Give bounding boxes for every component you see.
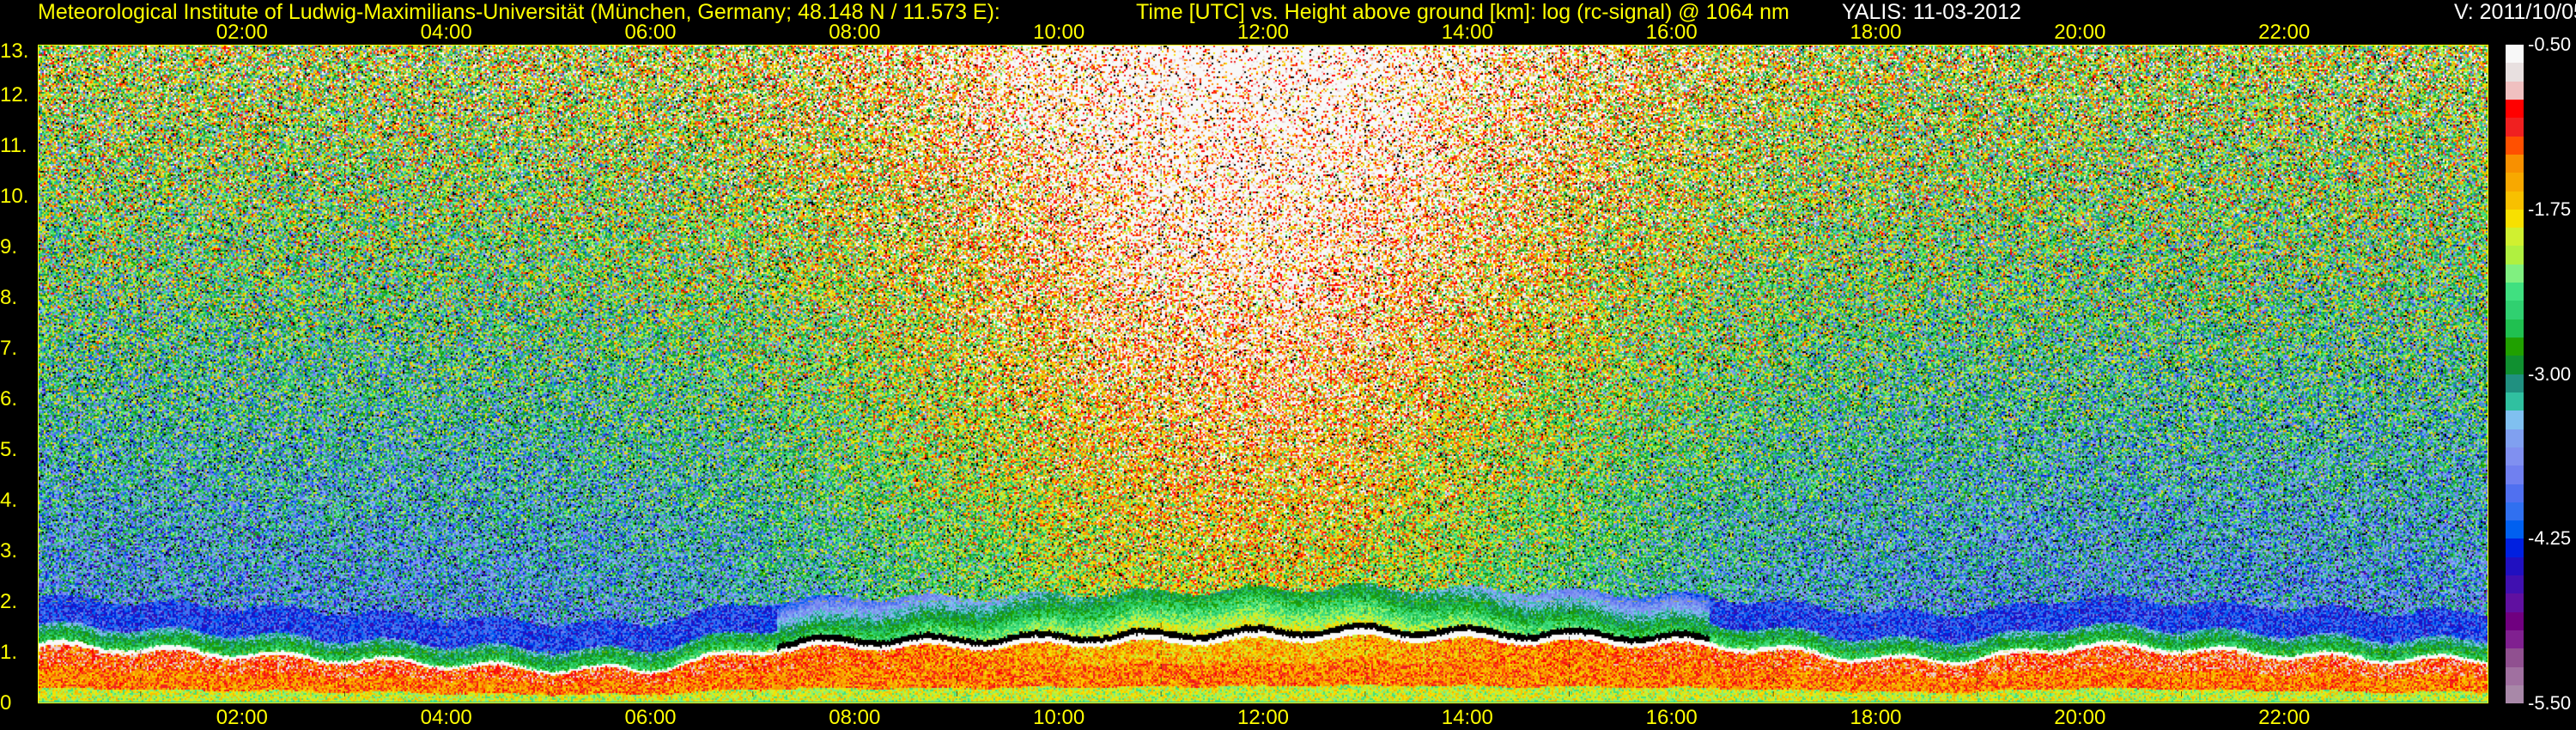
x-tick-label-top: 10:00 bbox=[1033, 21, 1085, 44]
colorbar-swatch bbox=[2506, 465, 2524, 484]
colorbar-swatch bbox=[2506, 502, 2524, 521]
colorbar-swatch bbox=[2506, 301, 2524, 319]
colorbar-swatch bbox=[2506, 136, 2524, 155]
colorbar-swatch bbox=[2506, 63, 2524, 82]
y-tick-label: 6. bbox=[0, 387, 18, 411]
colorbar-swatch bbox=[2506, 411, 2524, 429]
x-tick-label-bottom: 04:00 bbox=[420, 706, 472, 729]
version-label: V: 2011/10/05 bbox=[2454, 0, 2576, 24]
colorbar-tick-label: -4.25 bbox=[2528, 527, 2572, 550]
colorbar-swatch bbox=[2506, 484, 2524, 502]
y-tick-label: 7. bbox=[0, 337, 18, 360]
colorbar-swatch bbox=[2506, 154, 2524, 173]
x-tick-label-bottom: 18:00 bbox=[1850, 706, 1902, 729]
x-tick-label-top: 02:00 bbox=[216, 21, 268, 44]
x-tick-label-top: 04:00 bbox=[420, 21, 472, 44]
x-tick-label-bottom: 06:00 bbox=[624, 706, 677, 729]
colorbar-swatch bbox=[2506, 173, 2524, 192]
colorbar-swatch bbox=[2506, 392, 2524, 411]
x-tick-label-top: 12:00 bbox=[1236, 21, 1290, 44]
x-tick-label-top: 16:00 bbox=[1645, 21, 1698, 44]
y-tick-label: 4. bbox=[0, 489, 18, 512]
colorbar-swatch bbox=[2506, 118, 2524, 137]
y-tick-label: 12. bbox=[0, 83, 29, 106]
colorbar-swatch bbox=[2506, 374, 2524, 392]
x-tick-label-bottom: 08:00 bbox=[829, 706, 881, 729]
x-tick-label-top: 06:00 bbox=[624, 21, 677, 44]
colorbar-swatch bbox=[2506, 666, 2524, 685]
colorbar-swatch bbox=[2506, 228, 2524, 246]
y-tick-label: 0 bbox=[0, 691, 12, 715]
colorbar-swatch bbox=[2506, 264, 2524, 283]
y-tick-label: 8. bbox=[0, 286, 18, 309]
y-tick-label: 2. bbox=[0, 590, 18, 613]
colorbar-swatch bbox=[2506, 630, 2524, 649]
colorbar-swatch bbox=[2506, 45, 2524, 64]
y-tick-label: 13. bbox=[0, 40, 29, 63]
x-tick-label-bottom: 12:00 bbox=[1236, 706, 1290, 729]
x-tick-label-top: 08:00 bbox=[829, 21, 881, 44]
colorbar-swatch bbox=[2506, 538, 2524, 557]
x-tick-label-bottom: 14:00 bbox=[1441, 706, 1493, 729]
y-tick-label: 3. bbox=[0, 539, 18, 563]
colorbar-swatch bbox=[2506, 356, 2524, 374]
x-tick-label-top: 22:00 bbox=[2258, 21, 2311, 44]
colorbar-swatch bbox=[2506, 447, 2524, 466]
x-tick-label-bottom: 16:00 bbox=[1645, 706, 1698, 729]
colorbar-swatch bbox=[2506, 648, 2524, 667]
colorbar-swatch bbox=[2506, 319, 2524, 338]
colorbar-swatch bbox=[2506, 575, 2524, 594]
colorbar-swatch bbox=[2506, 99, 2524, 119]
x-tick-label-bottom: 02:00 bbox=[216, 706, 268, 729]
colorbar-swatch bbox=[2506, 684, 2524, 704]
colorbar-swatch bbox=[2506, 611, 2524, 630]
grid-lines bbox=[39, 46, 2488, 703]
colorbar-tick-label: -5.50 bbox=[2528, 692, 2572, 714]
y-tick-label: 1. bbox=[0, 641, 18, 664]
y-tick-label: 10. bbox=[0, 185, 29, 208]
x-tick-label-top: 18:00 bbox=[1850, 21, 1902, 44]
x-tick-label-top: 20:00 bbox=[2054, 21, 2106, 44]
colorbar-swatch bbox=[2506, 429, 2524, 447]
colorbar-swatch bbox=[2506, 520, 2524, 539]
x-tick-label-bottom: 22:00 bbox=[2258, 706, 2311, 729]
y-tick-label: 11. bbox=[0, 134, 27, 157]
x-tick-label-top: 14:00 bbox=[1441, 21, 1493, 44]
colorbar-swatch bbox=[2506, 209, 2524, 228]
colorbar-tick-label: -1.75 bbox=[2528, 198, 2572, 220]
y-tick-label: 5. bbox=[0, 438, 18, 461]
colorbar bbox=[2506, 45, 2524, 704]
colorbar-tick-label: -0.50 bbox=[2528, 33, 2572, 55]
x-tick-label-bottom: 20:00 bbox=[2054, 706, 2106, 729]
colorbar-swatch bbox=[2506, 593, 2524, 612]
colorbar-swatch bbox=[2506, 338, 2524, 356]
y-tick-label: 9. bbox=[0, 235, 18, 259]
x-tick-label-bottom: 10:00 bbox=[1033, 706, 1085, 729]
colorbar-tick-label: -3.00 bbox=[2528, 362, 2572, 385]
colorbar-swatch bbox=[2506, 557, 2524, 576]
colorbar-swatch bbox=[2506, 246, 2524, 265]
colorbar-swatch bbox=[2506, 81, 2524, 100]
colorbar-swatch bbox=[2506, 191, 2524, 210]
colorbar-swatch bbox=[2506, 283, 2524, 301]
lidar-heatmap bbox=[38, 45, 2488, 703]
